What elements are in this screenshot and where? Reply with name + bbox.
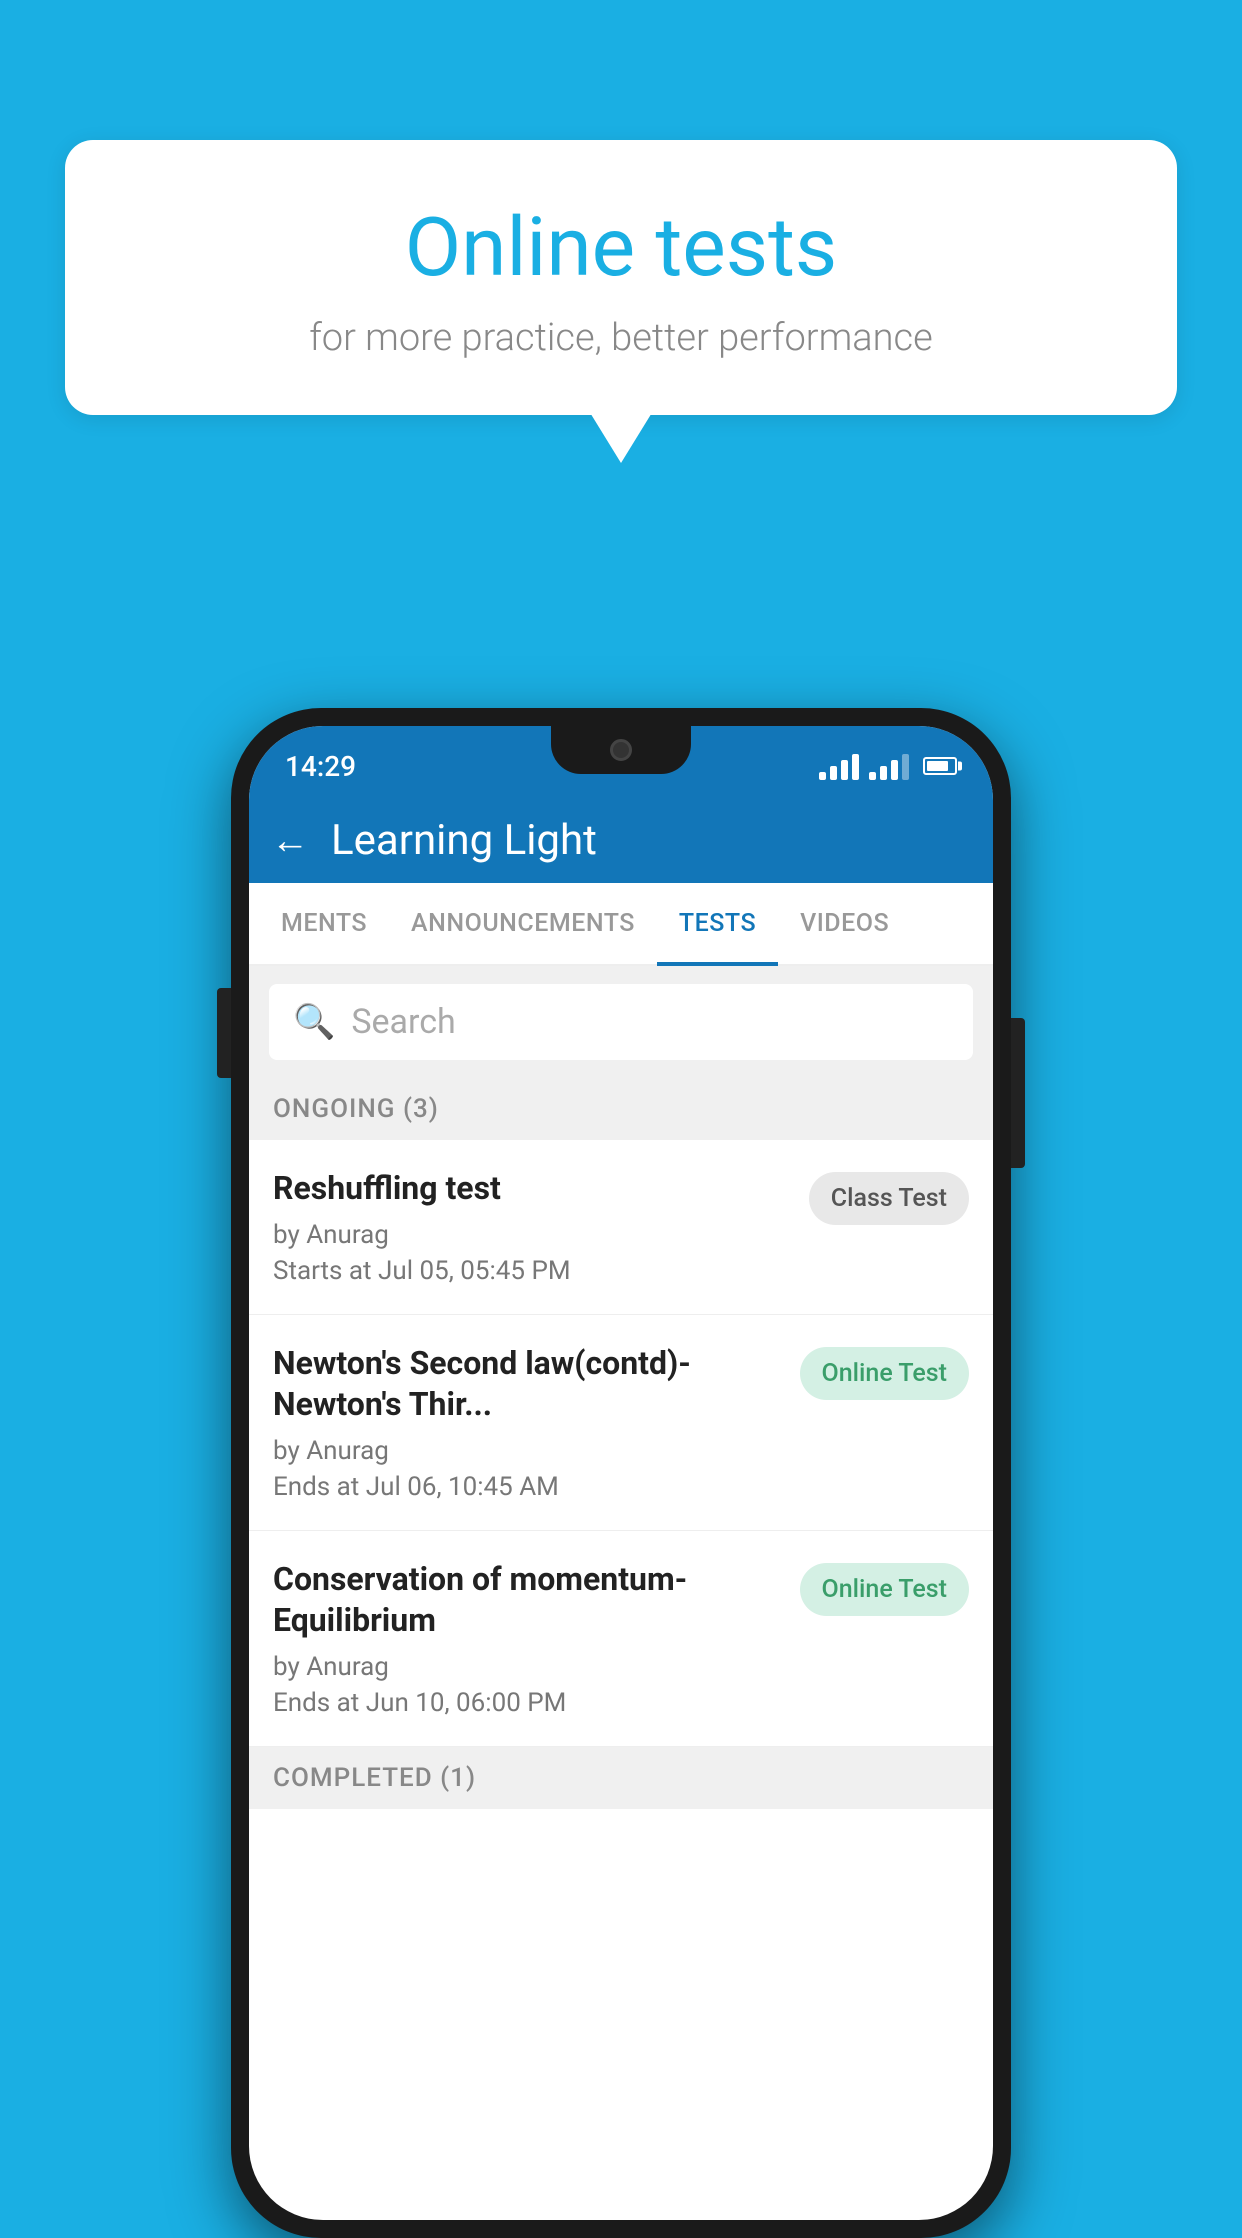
completed-label: COMPLETED (1) xyxy=(273,1763,476,1793)
ongoing-section-header: ONGOING (3) xyxy=(249,1078,993,1140)
camera-dot xyxy=(610,739,632,761)
status-time: 14:29 xyxy=(285,750,356,783)
test-name: Conservation of momentum-Equilibrium xyxy=(273,1559,784,1642)
back-button[interactable]: ← xyxy=(271,819,309,863)
test-info: Conservation of momentum-Equilibrium by … xyxy=(273,1559,784,1718)
search-bar[interactable]: 🔍 Search xyxy=(269,984,973,1060)
bubble-title: Online tests xyxy=(115,200,1127,296)
phone-frame: 14:29 xyxy=(231,708,1011,2238)
battery-icon xyxy=(923,757,957,775)
test-info: Reshuffling test by Anurag Starts at Jul… xyxy=(273,1168,793,1286)
test-author: by Anurag xyxy=(273,1652,784,1682)
status-icons xyxy=(819,752,957,780)
test-item[interactable]: Reshuffling test by Anurag Starts at Jul… xyxy=(249,1140,993,1315)
app-title: Learning Light xyxy=(331,816,597,865)
bubble-subtitle: for more practice, better performance xyxy=(115,316,1127,360)
tab-tests[interactable]: TESTS xyxy=(657,883,778,964)
ongoing-label: ONGOING (3) xyxy=(273,1094,439,1124)
tab-videos[interactable]: VIDEOS xyxy=(778,883,911,964)
search-placeholder: Search xyxy=(351,1002,455,1042)
speech-bubble: Online tests for more practice, better p… xyxy=(65,140,1177,415)
speech-bubble-container: Online tests for more practice, better p… xyxy=(65,140,1177,415)
test-badge: Class Test xyxy=(809,1172,969,1225)
test-name: Newton's Second law(contd)-Newton's Thir… xyxy=(273,1343,784,1426)
test-time: Ends at Jul 06, 10:45 AM xyxy=(273,1472,784,1502)
search-icon: 🔍 xyxy=(293,1002,335,1042)
test-time: Ends at Jun 10, 06:00 PM xyxy=(273,1688,784,1718)
tabs-bar: MENTS ANNOUNCEMENTS TESTS VIDEOS xyxy=(249,883,993,966)
test-author: by Anurag xyxy=(273,1436,784,1466)
test-name: Reshuffling test xyxy=(273,1168,793,1210)
tab-ments[interactable]: MENTS xyxy=(259,883,389,964)
test-item[interactable]: Conservation of momentum-Equilibrium by … xyxy=(249,1531,993,1747)
phone-inner: 14:29 xyxy=(249,726,993,2220)
tab-announcements[interactable]: ANNOUNCEMENTS xyxy=(389,883,657,964)
signal-icon xyxy=(869,752,909,780)
test-badge: Online Test xyxy=(800,1347,969,1400)
search-container: 🔍 Search xyxy=(249,966,993,1078)
test-badge: Online Test xyxy=(800,1563,969,1616)
completed-section-header: COMPLETED (1) xyxy=(249,1747,993,1809)
app-header: ← Learning Light xyxy=(249,798,993,883)
wifi-icon xyxy=(819,752,859,780)
phone-notch xyxy=(551,726,691,774)
test-author: by Anurag xyxy=(273,1220,793,1250)
test-item[interactable]: Newton's Second law(contd)-Newton's Thir… xyxy=(249,1315,993,1531)
test-time: Starts at Jul 05, 05:45 PM xyxy=(273,1256,793,1286)
phone-outer: 14:29 xyxy=(231,708,1011,2238)
test-info: Newton's Second law(contd)-Newton's Thir… xyxy=(273,1343,784,1502)
